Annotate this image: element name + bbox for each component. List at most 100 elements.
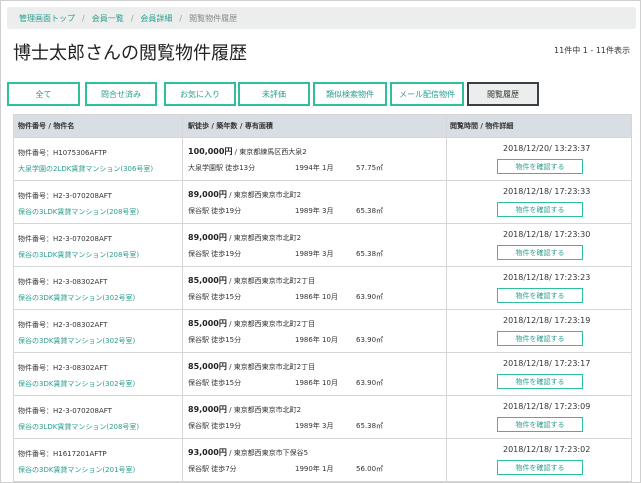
built-date: 1986年 10月: [295, 379, 338, 387]
page-frame: 管理画面トップ / 会員一覧 / 会員詳細 / 閲覧物件履歴 博士太郎さんの閲覧…: [0, 0, 641, 483]
property-address: 東京都練馬区西大泉2: [239, 148, 307, 156]
floor-area: 65.38㎡: [356, 422, 384, 430]
column-divider: [182, 310, 183, 352]
property-number: 物件番号：H2-3-08302AFT: [18, 321, 108, 329]
property-name-link[interactable]: 保谷の3DK賃貸マンション(302号室): [18, 293, 135, 303]
built-date: 1986年 10月: [295, 293, 338, 301]
property-price: 85,000円: [188, 362, 227, 371]
column-divider: [446, 224, 447, 266]
breadcrumb-separator: /: [179, 13, 183, 23]
property-address: 東京都西東京市北町2: [233, 406, 302, 414]
station-walk: 保谷駅 徒歩15分: [188, 336, 242, 344]
property-address: 東京都西東京市北町2丁目: [233, 277, 316, 285]
property-name-link[interactable]: 保谷の3LDK賃貸マンション(208号室): [18, 422, 139, 432]
property-price: 85,000円: [188, 319, 227, 328]
price-address: 85,000円 / 東京都西東京市北町2丁目: [188, 319, 316, 328]
check-property-button[interactable]: 物件を確認する: [497, 374, 583, 389]
column-divider: [182, 181, 183, 223]
check-property-button[interactable]: 物件を確認する: [497, 245, 583, 260]
column-divider: [446, 353, 447, 395]
breadcrumb-item-member-detail[interactable]: 会員詳細: [140, 13, 172, 24]
breadcrumb-separator: /: [130, 13, 134, 23]
viewed-time: 2018/12/18/ 17:23:23: [503, 273, 591, 282]
floor-area: 63.90㎡: [356, 336, 384, 344]
property-number: 物件番号：H1075306AFTP: [18, 149, 107, 157]
property-name-link[interactable]: 保谷の3DK賃貸マンション(201号室): [18, 465, 135, 475]
built-date: 1989年 3月: [295, 250, 334, 258]
property-number: 物件番号：H2-3-08302AFT: [18, 364, 108, 372]
table-row: 物件番号：H2-3-08302AFT 保谷の3DK賃貸マンション(302号室) 85…: [14, 266, 631, 309]
station-walk: 保谷駅 徒歩19分: [188, 250, 242, 258]
property-address: 東京都西東京市下保谷5: [233, 449, 309, 457]
column-divider: [182, 439, 183, 481]
property-number: 物件番号：H2-3-070208AFT: [18, 235, 112, 243]
property-number: 物件番号：H2-3-08302AFT: [18, 278, 108, 286]
property-number: 物件番号：H2-3-070208AFT: [18, 192, 112, 200]
viewed-time: 2018/12/18/ 17:23:30: [503, 230, 591, 239]
viewed-time: 2018/12/18/ 17:23:17: [503, 359, 591, 368]
price-address: 85,000円 / 東京都西東京市北町2丁目: [188, 362, 316, 371]
table-row: 物件番号：H2-3-08302AFT 保谷の3DK賃貸マンション(302号室) 85…: [14, 309, 631, 352]
table-body: 物件番号：H1075306AFTP 大泉学園の2LDK賃貸マンション(306号室)…: [14, 137, 631, 481]
breadcrumb-item-member-list[interactable]: 会員一覧: [92, 13, 124, 24]
property-name-link[interactable]: 保谷の3DK賃貸マンション(302号室): [18, 336, 135, 346]
table-row: 物件番号：H1617201AFTP 保谷の3DK賃貸マンション(201号室) 93,…: [14, 438, 631, 481]
property-address: 東京都西東京市北町2丁目: [233, 363, 316, 371]
floor-area: 57.75㎡: [356, 164, 384, 172]
column-divider: [446, 181, 447, 223]
price-address: 89,000円 / 東京都西東京市北町2: [188, 190, 302, 199]
property-price: 89,000円: [188, 405, 227, 414]
check-property-button[interactable]: 物件を確認する: [497, 417, 583, 432]
table-row: 物件番号：H2-3-070208AFT 保谷の3LDK賃貸マンション(208号室)…: [14, 223, 631, 266]
filter-similar-button[interactable]: 類似検索物件: [313, 82, 387, 106]
built-date: 1990年 1月: [295, 465, 334, 473]
table-row: 物件番号：H2-3-070208AFT 保谷の3LDK賃貸マンション(208号室)…: [14, 180, 631, 223]
filter-inquired-button[interactable]: 問合せ済み: [85, 82, 157, 106]
check-property-button[interactable]: 物件を確認する: [497, 331, 583, 346]
check-property-button[interactable]: 物件を確認する: [497, 460, 583, 475]
column-divider: [446, 138, 447, 180]
table-row: 物件番号：H2-3-070208AFT 保谷の3LDK賃貸マンション(208号室)…: [14, 395, 631, 438]
price-address: 89,000円 / 東京都西東京市北町2: [188, 405, 302, 414]
table-header: 物件番号 / 物件名 駅徒歩 / 築年数 / 専有面積 閲覧時間 / 物件詳細: [14, 115, 631, 137]
property-number: 物件番号：H2-3-070208AFT: [18, 407, 112, 415]
filter-all-button[interactable]: 全て: [7, 82, 80, 106]
check-property-button[interactable]: 物件を確認する: [497, 159, 583, 174]
check-property-button[interactable]: 物件を確認する: [497, 288, 583, 303]
table-row: 物件番号：H2-3-08302AFT 保谷の3DK賃貸マンション(302号室) 85…: [14, 352, 631, 395]
property-name-link[interactable]: 保谷の3LDK賃貸マンション(208号室): [18, 250, 139, 260]
column-divider: [446, 439, 447, 481]
column-divider: [182, 396, 183, 438]
property-name-link[interactable]: 保谷の3LDK賃貸マンション(208号室): [18, 207, 139, 217]
breadcrumb-item-admin-top[interactable]: 管理画面トップ: [19, 13, 75, 24]
filter-history-button[interactable]: 閲覧履歴: [467, 82, 539, 106]
filter-unrated-button[interactable]: 未評価: [238, 82, 310, 106]
viewed-time: 2018/12/18/ 17:23:09: [503, 402, 591, 411]
check-property-button[interactable]: 物件を確認する: [497, 202, 583, 217]
viewed-time: 2018/12/18/ 17:23:02: [503, 445, 591, 454]
floor-area: 63.90㎡: [356, 379, 384, 387]
floor-area: 63.90㎡: [356, 293, 384, 301]
property-name-link[interactable]: 大泉学園の2LDK賃貸マンション(306号室): [18, 164, 153, 174]
station-walk: 保谷駅 徒歩19分: [188, 422, 242, 430]
property-address: 東京都西東京市北町2: [233, 234, 302, 242]
floor-area: 65.38㎡: [356, 207, 384, 215]
column-divider: [446, 267, 447, 309]
column-header-details: 駅徒歩 / 築年数 / 専有面積: [188, 122, 273, 130]
station-walk: 大泉学園駅 徒歩13分: [188, 164, 256, 172]
price-address: 89,000円 / 東京都西東京市北町2: [188, 233, 302, 242]
property-number: 物件番号：H1617201AFTP: [18, 450, 107, 458]
property-name-link[interactable]: 保谷の3DK賃貸マンション(302号室): [18, 379, 135, 389]
column-divider: [446, 115, 447, 137]
result-count: 11件中 1 - 11件表示: [554, 46, 630, 55]
page-title: 博士太郎さんの閲覧物件履歴: [13, 43, 247, 64]
filter-mail-button[interactable]: メール配信物件: [390, 82, 464, 106]
price-address: 100,000円 / 東京都練馬区西大泉2: [188, 147, 307, 156]
viewed-time: 2018/12/18/ 17:23:19: [503, 316, 591, 325]
column-divider: [182, 115, 183, 137]
built-date: 1986年 10月: [295, 336, 338, 344]
station-walk: 保谷駅 徒歩15分: [188, 293, 242, 301]
breadcrumb-item-current: 閲覧物件履歴: [189, 13, 238, 23]
property-address: 東京都西東京市北町2丁目: [233, 320, 316, 328]
filter-favorites-button[interactable]: お気に入り: [164, 82, 236, 106]
